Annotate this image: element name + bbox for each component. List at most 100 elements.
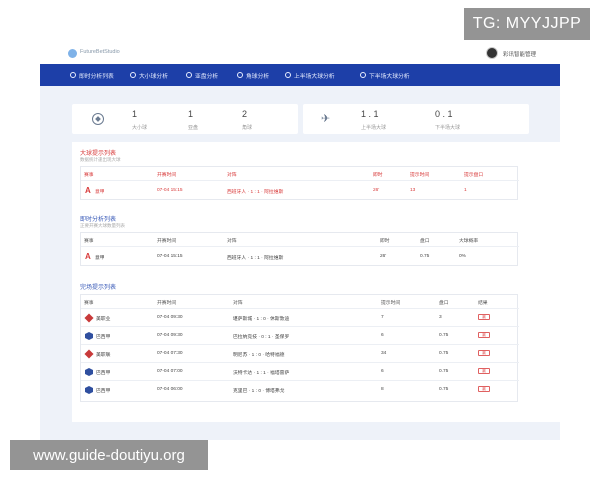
result-badge: 赢: [478, 386, 490, 392]
live-minute: 26': [373, 188, 380, 193]
column-header: 赛事: [84, 301, 94, 306]
rocket-icon: [285, 72, 291, 78]
divider: [81, 362, 519, 363]
stat-value: 2: [242, 109, 248, 119]
tip-time: 6: [381, 333, 384, 338]
rocket-icon: ✈: [321, 113, 331, 125]
start-time: 07-04 07:00: [157, 369, 183, 374]
section-title-finished: 完场提示列表: [80, 285, 117, 291]
result-badge: 赢: [478, 332, 490, 338]
team-logo-icon: [85, 332, 93, 340]
team-logo-icon: A: [85, 252, 91, 261]
league: 意甲: [95, 256, 105, 261]
line: 0.75: [420, 254, 430, 259]
column-header: 即时: [380, 239, 390, 244]
stat-value: 1 . 1: [361, 109, 379, 119]
match[interactable]: 明尼苏 · 1 : 0 · 哈特福德: [233, 351, 284, 358]
tip-time: 6: [381, 369, 384, 374]
column-header: 提示时间: [410, 173, 430, 178]
live-minute: 26': [380, 254, 387, 259]
nav-item-corner[interactable]: 角球分析: [237, 64, 269, 86]
column-header: 赛事: [84, 239, 94, 244]
result-badge: 赢: [478, 368, 490, 374]
column-header: 赛事: [84, 173, 94, 178]
nav-item-second-half[interactable]: 下半场大球分析: [360, 64, 410, 86]
stat-label: 角球: [242, 125, 253, 131]
stats-card-right: ✈ 1 . 1 上半场大球 0 . 1 下半场大球: [303, 104, 529, 134]
nav-item-asian[interactable]: 亚盘分析: [186, 64, 218, 86]
column-header: 即时: [373, 173, 383, 178]
top-header: FutureBetStudio 彩讯智能管理: [40, 42, 560, 64]
telegram-watermark: TG: MYYJJPP: [464, 8, 590, 40]
column-header: 对阵: [227, 173, 237, 178]
match[interactable]: 沃特卡达 · 1 : 1 · 福塔雷萨: [233, 369, 289, 376]
stat-value: 0 . 1: [435, 109, 453, 119]
column-header: 提示盘口: [464, 173, 484, 178]
ball-icon: [70, 72, 76, 78]
league: 巴西甲: [96, 371, 111, 376]
start-time: 07-04 15:15: [157, 188, 183, 193]
user-name[interactable]: 彩讯智能管理: [503, 50, 536, 58]
divider: [81, 380, 519, 381]
main-nav: 即时分析列表 大小球分析 亚盘分析 角球分析 上半场大球分析 下半场大球分析: [40, 64, 560, 86]
line: 0.75: [439, 369, 449, 374]
tip-time: 7: [381, 315, 384, 320]
column-header: 盘口: [420, 239, 430, 244]
line: 3: [439, 315, 442, 320]
team-logo-icon: [85, 368, 93, 376]
line: 0.75: [439, 333, 449, 338]
match[interactable]: 西班牙人 · 1 : 1 · 阿拉维斯: [227, 254, 283, 261]
start-time: 07-04 09:30: [157, 333, 183, 338]
column-header: 开赛时间: [157, 239, 177, 244]
tip-time: 13: [410, 188, 416, 193]
stat-label: 下半场大球: [435, 125, 461, 131]
ball-icon: [92, 113, 104, 125]
divider: [81, 308, 519, 309]
line: 0.75: [439, 387, 449, 392]
section-title-live: 即时分析列表: [80, 217, 117, 223]
site-watermark: www.guide-doutiyu.org: [10, 440, 208, 470]
column-header: 盘口: [439, 301, 449, 306]
match[interactable]: 西班牙人 · 1 : 1 · 阿拉维斯: [227, 188, 283, 195]
stat-label: 大小球: [132, 125, 148, 131]
match[interactable]: 堪萨斯城 · 1 : 0 · 休斯敦迪: [233, 315, 289, 322]
start-time: 07-04 07:30: [157, 351, 183, 356]
finished-table: 赛事 开赛时间 对阵 提示时间 盘口 结果 美职业 07-04 09:30 堪萨…: [80, 294, 519, 402]
divider: [81, 326, 519, 327]
ball-icon: [130, 72, 136, 78]
divider: [81, 246, 519, 247]
alerts-table: 赛事 开赛时间 对阵 即时 提示时间 提示盘口 A 意甲 07-04 15:15…: [80, 166, 519, 200]
column-header: 开赛时间: [157, 301, 177, 306]
start-time: 07-04 15:15: [157, 254, 183, 259]
league: 巴西甲: [96, 335, 111, 340]
flag-icon: [237, 72, 243, 78]
column-header: 提示时间: [381, 301, 401, 306]
section-subtitle: 数据统计逢出现大球: [80, 157, 121, 162]
logo-icon: [68, 49, 77, 58]
app-window: FutureBetStudio 彩讯智能管理 即时分析列表 大小球分析 亚盘分析…: [40, 42, 560, 440]
line: 0.75: [439, 351, 449, 356]
avatar[interactable]: [486, 47, 498, 59]
start-time: 07-04 06:00: [157, 387, 183, 392]
stats-card-left: 1 大小球 1 亚盘 2 角球: [72, 104, 298, 134]
result-badge: 赢: [478, 314, 490, 320]
divider: [81, 344, 519, 345]
match[interactable]: 克里巴 · 1 : 0 · 博塔弗戈: [233, 387, 284, 394]
stat-value: 1: [188, 109, 194, 119]
column-header: 对阵: [227, 239, 237, 244]
team-logo-icon: [85, 386, 93, 394]
logo-text[interactable]: FutureBetStudio: [80, 49, 120, 55]
stat-label: 亚盘: [188, 125, 199, 131]
match[interactable]: 巴拉纳竞技 · 0 : 1 · 圣保罗: [233, 333, 289, 340]
nav-item-over-under[interactable]: 大小球分析: [130, 64, 168, 86]
section-subtitle: 正要开赛大球数量列表: [80, 223, 125, 228]
nav-item-first-half[interactable]: 上半场大球分析: [285, 64, 335, 86]
tip-time: 34: [381, 351, 387, 356]
stat-label: 上半场大球: [361, 125, 387, 131]
team-logo-icon: [84, 313, 94, 323]
league: 美职联: [96, 353, 111, 358]
live-analysis-table: 赛事 开赛时间 对阵 即时 盘口 大球概率 A 意甲 07-04 15:15 西…: [80, 232, 519, 266]
main-content: 大球提示列表 数据统计逢出现大球 赛事 开赛时间 对阵 即时 提示时间 提示盘口…: [72, 142, 560, 422]
league: 美职业: [96, 317, 111, 322]
nav-item-live[interactable]: 即时分析列表: [70, 64, 114, 86]
